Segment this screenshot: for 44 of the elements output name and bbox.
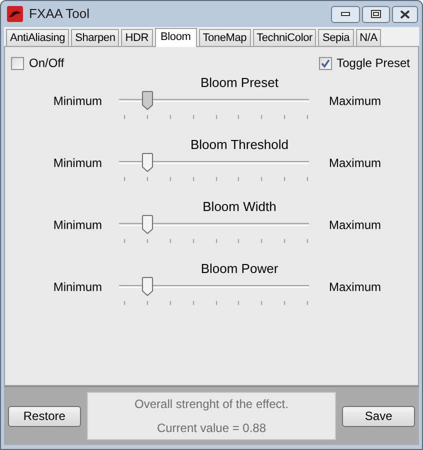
current-value-text: Current value = 0.88 — [156, 420, 266, 437]
tab[interactable]: HDR — [121, 29, 153, 46]
slider-title: Bloom Power — [200, 261, 278, 276]
checkbox-label: On/Off — [29, 55, 64, 72]
close-icon — [400, 10, 410, 18]
slider-thumb[interactable] — [142, 91, 153, 110]
slider[interactable] — [117, 277, 311, 307]
close-button[interactable] — [392, 6, 418, 22]
slider-thumb[interactable] — [142, 215, 153, 234]
tab[interactable]: Sepia — [318, 29, 354, 46]
maximum-label: Maximum — [329, 217, 382, 232]
minimum-label: Minimum — [52, 155, 102, 170]
save-button[interactable]: Save — [342, 406, 415, 426]
maximum-label: Maximum — [329, 155, 382, 170]
tab[interactable]: Sharpen — [71, 29, 120, 46]
description-text: Overall strenght of the effect. — [134, 396, 288, 413]
maximum-label: Maximum — [329, 93, 382, 108]
maximum-label: Maximum — [329, 279, 382, 294]
slider-thumb[interactable] — [142, 153, 153, 172]
slider-title: Bloom Preset — [200, 75, 279, 90]
tab[interactable]: ToneMap — [198, 29, 251, 46]
checkbox[interactable] — [318, 56, 332, 70]
minimize-button[interactable] — [331, 6, 360, 22]
checkbox[interactable] — [11, 56, 24, 70]
slider-title: Bloom Width — [202, 199, 276, 214]
slider-title: Bloom Threshold — [190, 137, 289, 152]
slider-thumb[interactable] — [142, 277, 153, 296]
tab[interactable]: Bloom — [154, 28, 197, 47]
tab[interactable]: AntiAliasing — [6, 29, 70, 46]
tab[interactable]: TechniColor — [252, 29, 316, 46]
restore-button[interactable]: Restore — [8, 406, 81, 426]
minimize-icon — [341, 12, 350, 16]
tab[interactable]: N/A — [356, 29, 382, 46]
checkbox-label: Toggle Preset — [336, 55, 410, 72]
slider[interactable] — [117, 215, 311, 245]
slider[interactable] — [117, 91, 311, 121]
maximize-icon — [371, 10, 381, 18]
window-title: FXAA Tool — [29, 5, 90, 24]
minimum-label: Minimum — [52, 217, 102, 232]
slider[interactable] — [117, 153, 311, 183]
minimum-label: Minimum — [52, 279, 102, 294]
minimum-label: Minimum — [52, 93, 102, 108]
maximize-button[interactable] — [362, 6, 390, 22]
app-icon — [7, 6, 23, 22]
